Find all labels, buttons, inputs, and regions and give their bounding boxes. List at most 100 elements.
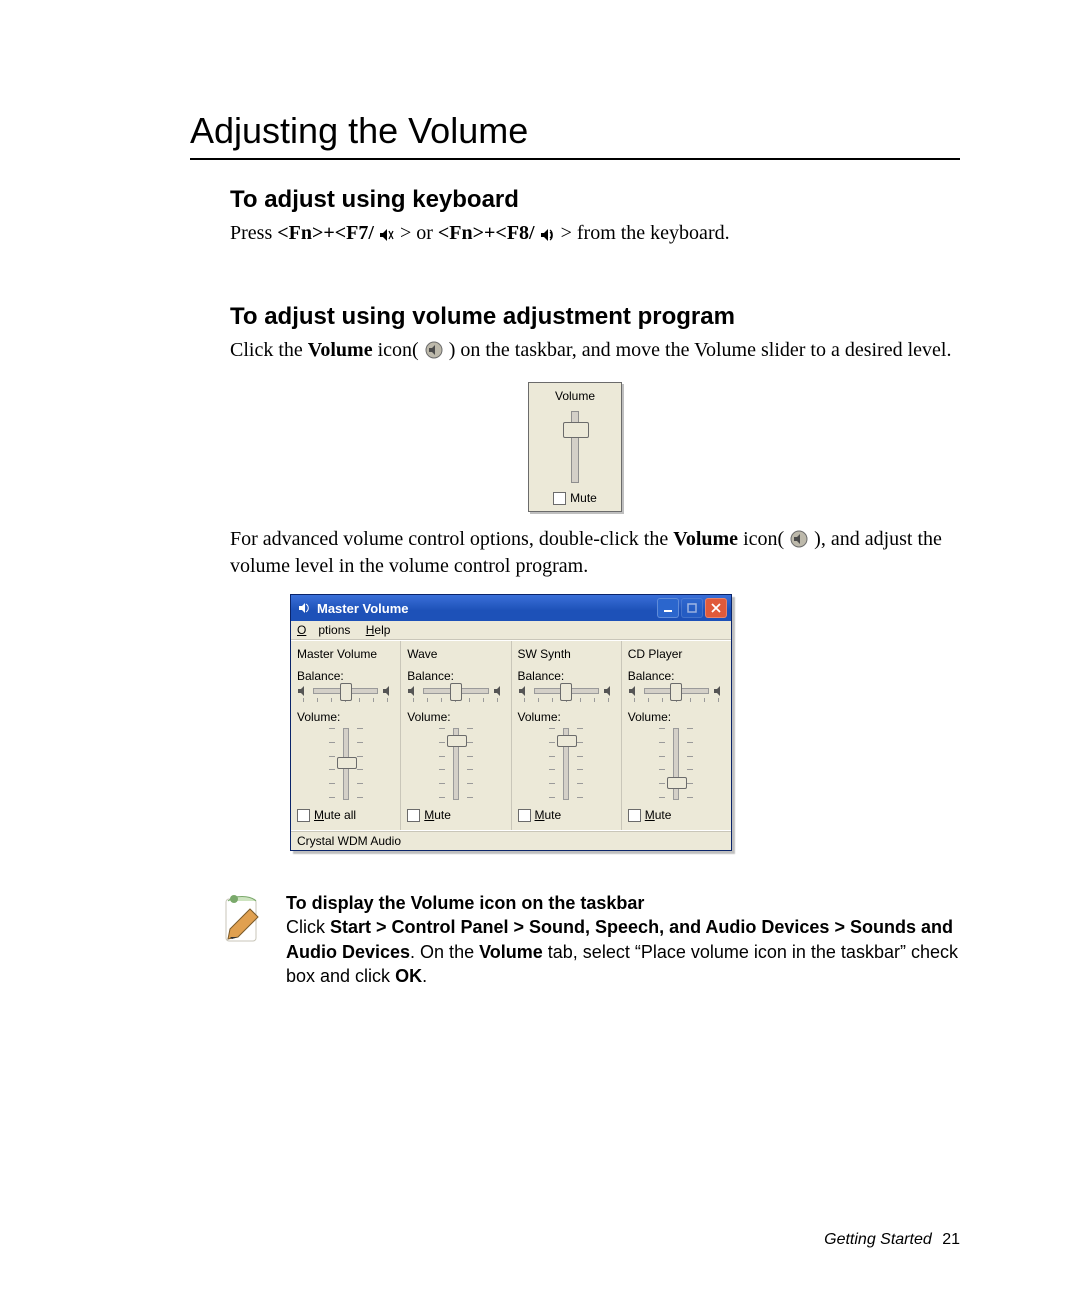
balance-slider[interactable] [628,685,725,697]
menu-options[interactable]: Options [297,623,350,637]
window-title: Master Volume [317,601,651,616]
note-title: To display the Volume icon on the taskba… [286,893,644,913]
volume-tab-label: Volume [479,942,543,962]
text: icon( [738,528,784,550]
text: Press [230,222,277,244]
volume-thumb[interactable] [557,735,577,747]
note-pencil-icon [220,891,266,951]
checkbox-icon[interactable] [553,492,566,505]
text: . [422,966,427,986]
speaker-icon [603,685,615,697]
section-heading-program: To adjust using volume adjustment progra… [230,303,960,331]
mute-label: Mute [570,491,597,505]
speaker-icon [382,685,394,697]
mixer-panel: CD Player Balance: Volume: Mute [622,641,731,830]
section1-body: Press <Fn>+<F7/ > or <Fn>+<F8/ > from th… [230,220,960,247]
speaker-icon [297,685,309,697]
panel-title: CD Player [628,647,725,661]
mute-checkbox[interactable]: Mute all [297,808,394,822]
balance-thumb[interactable] [560,683,572,701]
balance-slider[interactable] [518,685,615,697]
speaker-icon [628,685,640,697]
balance-slider[interactable] [407,685,504,697]
window-status-bar: Crystal WDM Audio [291,831,731,850]
page-title: Adjusting the Volume [190,110,960,152]
app-icon [297,601,311,615]
balance-label: Balance: [407,669,504,683]
maximize-icon [687,603,697,613]
balance-slider[interactable] [297,685,394,697]
mute-label: Mute [645,808,672,822]
volume-popup-mute[interactable]: Mute [533,491,617,505]
checkbox-icon[interactable] [628,809,641,822]
checkbox-icon[interactable] [297,809,310,822]
volume-down-icon [379,228,395,242]
mixer-panel: Master VolumeBalance:Volume:Mute all [291,641,401,830]
maximize-button[interactable] [681,598,703,618]
volume-label: Volume: [518,710,615,724]
balance-label: Balance: [628,669,725,683]
text: Click [286,917,330,937]
mixer-panel: SW Synth Balance: Volume: Mute [512,641,622,830]
volume-thumb[interactable] [337,757,357,769]
text: > or [400,222,438,244]
footer-page-number: 21 [942,1231,960,1248]
volume-popup-title: Volume [533,389,617,403]
minimize-icon [663,603,673,613]
panel-title: Wave [407,647,504,661]
mute-checkbox[interactable]: Mute [518,808,615,822]
mute-label: Mute [424,808,451,822]
minimize-button[interactable] [657,598,679,618]
volume-slider[interactable] [628,728,725,800]
text: > from the keyboard. [561,222,730,244]
note-block: To display the Volume icon on the taskba… [220,891,960,988]
text: . On the [410,942,479,962]
close-icon [711,603,721,613]
volume-popup-slider[interactable] [571,411,579,483]
volume-slider[interactable] [297,728,394,800]
window-menu-bar: Options Help [291,621,731,640]
section2-body-1: Click the Volume icon( ) on the taskbar,… [230,337,960,364]
speaker-icon [407,685,419,697]
checkbox-icon[interactable] [407,809,420,822]
close-button[interactable] [705,598,727,618]
volume-label: Volume: [407,710,504,724]
balance-thumb[interactable] [450,683,462,701]
menu-help[interactable]: Help [366,623,391,637]
note-body: To display the Volume icon on the taskba… [286,891,960,988]
volume-thumb[interactable] [447,735,467,747]
speaker-icon [713,685,725,697]
volume-up-icon [540,228,556,242]
hotkey-fn-f8: <Fn>+<F8/ [438,222,535,244]
text: ) on the taskbar, and move the Volume sl… [449,339,952,361]
balance-thumb[interactable] [340,683,352,701]
panel-title: Master Volume [297,647,394,661]
section2-body-2: For advanced volume control options, dou… [230,526,960,580]
master-volume-window: Master Volume Options Help Master Volume… [290,594,732,851]
balance-thumb[interactable] [670,683,682,701]
balance-label: Balance: [518,669,615,683]
mute-checkbox[interactable]: Mute [407,808,504,822]
speaker-icon [518,685,530,697]
text-bold: Volume [308,339,373,361]
ok-label: OK [395,966,422,986]
section-heading-keyboard: To adjust using keyboard [230,186,960,214]
text: Click the [230,339,308,361]
page-footer: Getting Started 21 [824,1231,960,1249]
text-bold: Volume [673,528,738,550]
hotkey-fn-f7: <Fn>+<F7/ [277,222,374,244]
text: For advanced volume control options, dou… [230,528,673,550]
speaker-icon [493,685,505,697]
balance-label: Balance: [297,669,394,683]
mute-label: Mute [535,808,562,822]
volume-popup: Volume Mute [528,382,622,512]
volume-slider[interactable] [407,728,504,800]
volume-thumb[interactable] [667,777,687,789]
mute-checkbox[interactable]: Mute [628,808,725,822]
window-titlebar[interactable]: Master Volume [291,595,731,621]
panel-title: SW Synth [518,647,615,661]
volume-label: Volume: [628,710,725,724]
checkbox-icon[interactable] [518,809,531,822]
volume-popup-thumb[interactable] [563,422,589,438]
volume-slider[interactable] [518,728,615,800]
